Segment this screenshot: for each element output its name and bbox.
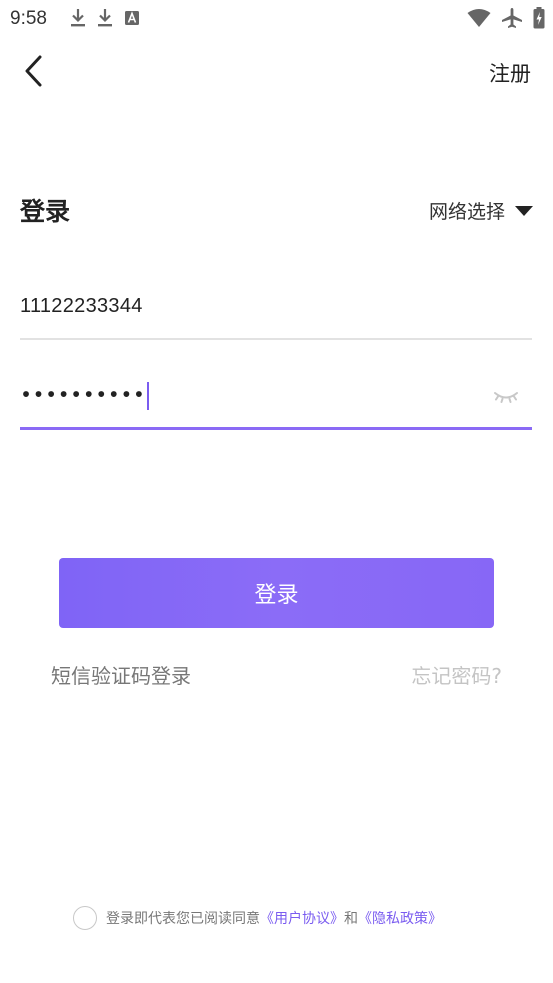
- eye-closed-icon: [492, 391, 520, 410]
- download-icon: [70, 8, 86, 28]
- privacy-policy-link[interactable]: 《隐私政策》: [358, 908, 442, 928]
- phone-input-value: 11122233344: [20, 295, 143, 317]
- agreement-row: 登录即代表您已阅读同意 《用户协议》 和 《隐私政策》: [73, 906, 442, 930]
- network-select-dropdown[interactable]: 网络选择: [429, 197, 533, 224]
- airplane-icon: [501, 7, 523, 29]
- back-button[interactable]: [20, 53, 52, 89]
- login-button[interactable]: 登录: [59, 558, 494, 628]
- phone-field[interactable]: 11122233344: [20, 278, 532, 340]
- password-field[interactable]: ••••••••••: [20, 366, 532, 430]
- download-icon: [97, 8, 113, 28]
- status-time: 9:58: [10, 8, 47, 29]
- text-a-icon: [124, 8, 140, 28]
- agreement-checkbox[interactable]: [73, 906, 97, 930]
- status-notification-icons: [70, 8, 140, 28]
- sms-code-login-link[interactable]: 短信验证码登录: [51, 660, 191, 689]
- agreement-conjunction-text: 和: [344, 911, 358, 927]
- password-visibility-toggle[interactable]: [492, 386, 520, 406]
- page-title: 登录: [20, 197, 71, 226]
- password-input-value: ••••••••••: [20, 382, 150, 410]
- network-select-label: 网络选择: [428, 201, 505, 223]
- forgot-password-link[interactable]: 忘记密码?: [411, 660, 502, 689]
- caret-down-icon: [515, 205, 533, 217]
- status-system-icons: [467, 7, 545, 29]
- user-agreement-link[interactable]: 《用户协议》: [260, 908, 344, 928]
- chevron-left-icon: [20, 55, 52, 93]
- wifi-icon: [467, 8, 491, 28]
- agreement-prefix-text: 登录即代表您已阅读同意: [106, 911, 260, 927]
- text-caret: [147, 382, 150, 410]
- status-bar: 9:58: [0, 0, 553, 38]
- battery-charging-icon: [533, 7, 545, 29]
- register-link[interactable]: 注册: [489, 58, 531, 88]
